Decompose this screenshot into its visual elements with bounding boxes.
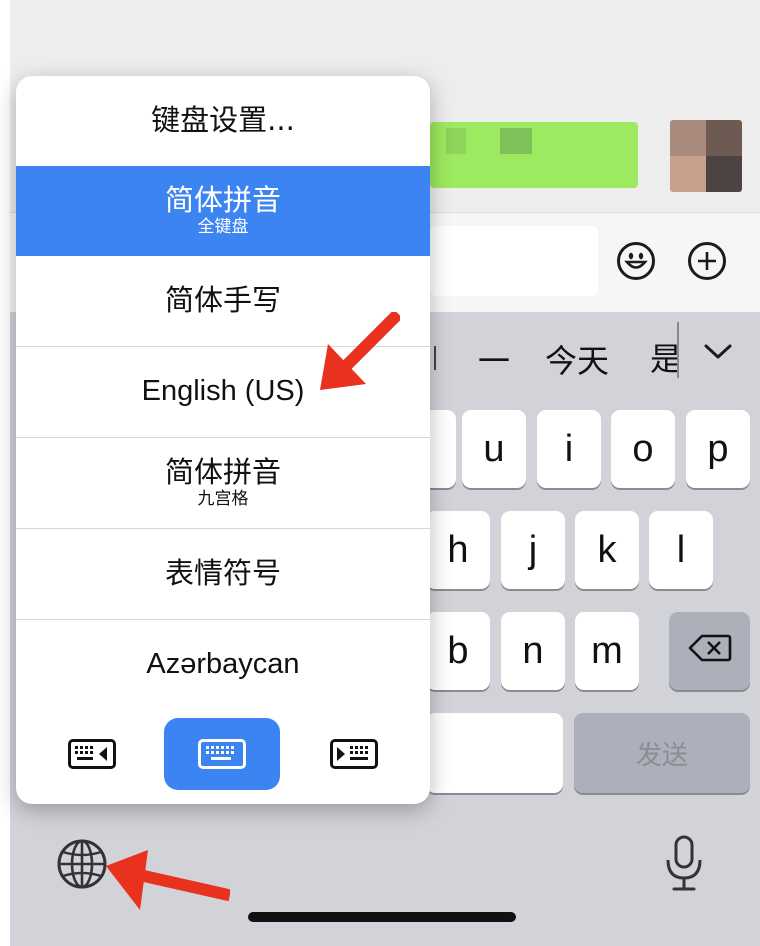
key-n[interactable]: n — [501, 612, 565, 690]
home-indicator — [248, 912, 516, 922]
menu-item-pinyin-9key[interactable]: 简体拼音 九宫格 — [16, 438, 430, 528]
keyboard-left-icon — [68, 739, 116, 769]
avatar[interactable] — [670, 120, 742, 192]
menu-item-label: 简体手写 — [164, 283, 281, 318]
keyboard-right-icon — [330, 739, 378, 769]
space-key[interactable] — [426, 713, 563, 793]
key-p[interactable]: p — [686, 410, 750, 488]
message-bubble[interactable] — [430, 122, 638, 188]
menu-item-azerbaijani[interactable]: Azərbaycan — [16, 620, 430, 710]
menu-item-keyboard-settings[interactable]: 键盘设置... — [16, 76, 430, 166]
key-l[interactable]: l — [649, 511, 713, 589]
candidate-3[interactable]: 是 — [650, 340, 678, 378]
key-u[interactable]: u — [462, 410, 526, 488]
plus-circle-icon[interactable] — [688, 242, 726, 280]
annotation-arrow-globe — [104, 846, 232, 922]
key-partial[interactable] — [426, 410, 456, 488]
menu-item-pinyin-full[interactable]: 简体拼音 全键盘 — [16, 166, 430, 256]
keyboard-full-icon — [198, 739, 246, 769]
keyboard-left-button[interactable] — [42, 718, 142, 790]
key-o[interactable]: o — [611, 410, 675, 488]
menu-item-emoji[interactable]: 表情符号 — [16, 529, 430, 619]
blurred-content — [500, 128, 532, 154]
backspace-icon — [688, 630, 732, 673]
chevron-down-icon[interactable] — [703, 342, 733, 366]
candidate-divider — [677, 322, 679, 378]
candidate-1[interactable]: 一 — [478, 336, 510, 382]
menu-item-sublabel: 全键盘 — [197, 217, 249, 238]
candidate-3-wrap[interactable]: 是 — [650, 334, 678, 378]
keyboard-full-button[interactable] — [164, 718, 280, 790]
input-method-menu: 键盘设置... 简体拼音 全键盘 简体手写 English (US) 简体拼音 … — [16, 76, 430, 804]
menu-item-label: Azərbaycan — [146, 648, 300, 681]
key-k[interactable]: k — [575, 511, 639, 589]
globe-icon[interactable] — [56, 838, 108, 894]
key-i[interactable]: i — [537, 410, 601, 488]
keyboard-right-button[interactable] — [304, 718, 404, 790]
key-m[interactable]: m — [575, 612, 639, 690]
send-key[interactable]: 发送 — [574, 713, 750, 793]
key-j[interactable]: j — [501, 511, 565, 589]
key-b[interactable]: b — [426, 612, 490, 690]
menu-item-sublabel: 九宫格 — [197, 489, 249, 510]
smiley-icon[interactable] — [617, 242, 655, 280]
message-input[interactable] — [430, 226, 598, 296]
blurred-content — [446, 128, 466, 154]
menu-item-label: 键盘设置... — [151, 103, 295, 138]
candidate-2[interactable]: 今天 — [545, 336, 609, 382]
microphone-icon[interactable] — [664, 834, 704, 898]
candidate-partial — [434, 342, 460, 372]
menu-item-label: 简体拼音 — [164, 455, 281, 490]
menu-item-label: 简体拼音 — [164, 183, 281, 218]
screen: 一 今天 是 u i o p h j k l b n m 发送 键盘设置... … — [0, 0, 760, 946]
menu-item-label: 表情符号 — [164, 556, 281, 591]
annotation-arrow-english — [318, 309, 403, 398]
menu-item-label: English (US) — [141, 375, 305, 408]
delete-key[interactable] — [669, 612, 750, 690]
key-h[interactable]: h — [426, 511, 490, 589]
